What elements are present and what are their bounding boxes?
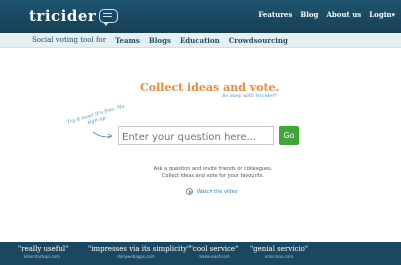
explain-text: Ask a question and invite friends or col…	[148, 166, 278, 180]
sub-nav-bar: Social voting tool for Teams Blogs Educa…	[0, 33, 401, 48]
testimonial-source: makeuseof.com	[198, 254, 230, 259]
nav-login-label: Login	[369, 10, 392, 19]
speech-bubble-icon	[99, 9, 119, 26]
nav-features[interactable]: Features	[258, 10, 292, 19]
subnav-link-education[interactable]: Education	[180, 36, 220, 45]
explain-line-2: Collect ideas and vote for your favourit…	[161, 173, 265, 179]
logo-text: tricider	[29, 7, 97, 25]
testimonial-source: omicrono.com	[264, 254, 294, 259]
nav-blog[interactable]: Blog	[300, 10, 318, 19]
top-bar: tricider Features Blog About us Login▾	[0, 0, 401, 33]
play-icon	[186, 188, 193, 195]
explain-line-1: Ask a question and invite friends or col…	[153, 166, 273, 172]
chevron-down-icon: ▾	[391, 10, 395, 19]
testimonial-quote: "cool service"	[189, 245, 239, 253]
subnav-link-crowdsourcing[interactable]: Crowdsourcing	[229, 36, 288, 45]
testimonial-source: dailywebapps.com	[117, 254, 155, 259]
watch-video-label: Watch the video	[197, 188, 238, 195]
testimonial: "genial servicio" omicrono.com	[249, 245, 309, 259]
go-button[interactable]: Go	[279, 126, 299, 145]
testimonial-source: killerstartups.com	[23, 254, 61, 259]
logo[interactable]: tricider	[29, 6, 119, 26]
testimonial: "really useful" killerstartups.com	[18, 245, 69, 259]
testimonial-quote: "impresses via its simplicity"	[88, 245, 191, 253]
hero-tagline: So easy with tricider!	[222, 93, 277, 99]
subnav-link-blogs[interactable]: Blogs	[149, 36, 171, 45]
arrow-right-icon	[92, 131, 113, 139]
testimonial-quote: "genial servicio"	[249, 245, 309, 253]
question-input[interactable]	[118, 126, 274, 145]
testimonial-quote: "really useful"	[18, 245, 69, 253]
testimonial: "cool service" makeuseof.com	[189, 245, 239, 259]
watch-video-link[interactable]: Watch the video	[186, 188, 238, 195]
top-nav: Features Blog About us Login▾	[258, 10, 395, 19]
sub-nav: Social voting tool for Teams Blogs Educa…	[32, 36, 288, 45]
nav-about-us[interactable]: About us	[326, 10, 361, 19]
subnav-link-teams[interactable]: Teams	[115, 36, 140, 45]
subnav-intro: Social voting tool for	[32, 36, 107, 44]
testimonial: "impresses via its simplicity" dailyweba…	[88, 245, 191, 259]
nav-login[interactable]: Login▾	[369, 10, 395, 19]
footer-testimonials: "really useful" killerstartups.com "impr…	[0, 242, 401, 265]
